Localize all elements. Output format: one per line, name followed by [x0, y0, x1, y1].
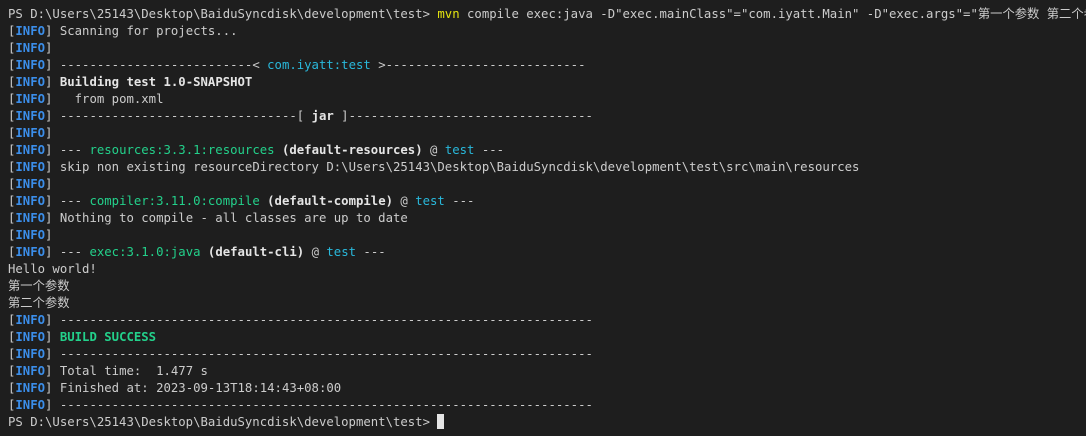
log-level-tag: INFO	[15, 24, 46, 38]
output-text: ] from pom.xml	[45, 92, 164, 106]
log-level-tag: INFO	[15, 41, 46, 55]
output-text: ] --------------------------------[	[45, 109, 312, 123]
output-text: ]---------------------------------	[333, 109, 593, 123]
output-text: @	[304, 245, 327, 259]
log-level-tag: INFO	[15, 143, 46, 157]
output-text: ] Total time: 1.477 s	[45, 364, 208, 378]
output-line: [INFO]	[8, 176, 1086, 193]
build-status: BUILD SUCCESS	[59, 330, 157, 344]
output-line: [INFO] skip non existing resourceDirecto…	[8, 159, 1086, 176]
plugin-goal: resources:3.3.1:resources	[89, 143, 275, 157]
output-text: ]	[45, 228, 53, 242]
output-line: [INFO] --- exec:3.1.0:java (default-cli)…	[8, 244, 1086, 261]
log-level-tag: INFO	[15, 109, 46, 123]
output-text: ] Finished at: 2023-09-13T18:14:43+08:00	[45, 381, 342, 395]
output-text: ]	[45, 126, 53, 140]
output-line: [INFO] --- compiler:3.11.0:compile (defa…	[8, 193, 1086, 210]
output-line: [INFO] --------------------------< com.i…	[8, 57, 1086, 74]
command-line: PS D:\Users\25143\Desktop\BaiduSyncdisk\…	[8, 6, 1086, 23]
log-level-tag: INFO	[15, 228, 46, 242]
output-line: [INFO] --------------------------------[…	[8, 108, 1086, 125]
log-level-tag: INFO	[15, 75, 46, 89]
output-text: 第一个参数	[8, 279, 70, 293]
log-level-tag: INFO	[15, 398, 46, 412]
output-text: ]	[45, 330, 60, 344]
log-level-tag: INFO	[15, 211, 46, 225]
terminal-window[interactable]: PS D:\Users\25143\Desktop\BaiduSyncdisk\…	[0, 0, 1086, 436]
output-text: ] Scanning for projects...	[45, 24, 238, 38]
log-level-tag: INFO	[15, 381, 46, 395]
log-level-tag: INFO	[15, 194, 46, 208]
output-text: ]	[45, 75, 60, 89]
output-line: [INFO] --- resources:3.3.1:resources (de…	[8, 142, 1086, 159]
log-level-tag: INFO	[15, 177, 46, 191]
output-text: PS D:\Users\25143\Desktop\BaiduSyncdisk\…	[8, 415, 438, 429]
log-level-tag: INFO	[15, 92, 46, 106]
command-name: mvn	[437, 7, 460, 21]
output-text: ]	[45, 177, 53, 191]
output-text: ---	[356, 245, 386, 259]
output-text: ] ---	[45, 194, 90, 208]
output-text: ] --------------------------------------…	[45, 313, 593, 327]
log-level-tag: INFO	[15, 313, 46, 327]
output-text: ] --------------------------------------…	[45, 398, 593, 412]
log-level-tag: INFO	[15, 347, 46, 361]
output-text: ] --------------------------<	[45, 58, 268, 72]
output-line: [INFO] ---------------------------------…	[8, 397, 1086, 414]
bold-text: (default-cli)	[207, 245, 305, 259]
output-text: ] skip non existing resourceDirectory D:…	[45, 160, 860, 174]
output-text: ---	[444, 194, 475, 208]
cursor	[437, 414, 445, 429]
output-text: ] ---	[45, 245, 90, 259]
output-text: @	[422, 143, 445, 157]
output-line: [INFO] ---------------------------------…	[8, 346, 1086, 363]
output-text: ] --------------------------------------…	[45, 347, 593, 361]
plugin-goal: compiler:3.11.0:compile	[89, 194, 260, 208]
output-line: [INFO] Scanning for projects...	[8, 23, 1086, 40]
output-line: [INFO] Building test 1.0-SNAPSHOT	[8, 74, 1086, 91]
output-line: [INFO]	[8, 40, 1086, 57]
output-line: [INFO] BUILD SUCCESS	[8, 329, 1086, 346]
output-line: Hello world!	[8, 261, 1086, 278]
log-level-tag: INFO	[15, 58, 46, 72]
output-text: @	[393, 194, 416, 208]
output-text: PS D:\Users\25143\Desktop\BaiduSyncdisk\…	[8, 7, 438, 21]
plugin-goal: exec:3.1.0:java	[89, 245, 201, 259]
bold-text: (default-compile)	[267, 194, 393, 208]
artifact-name: test	[415, 194, 445, 208]
output-line: [INFO] ---------------------------------…	[8, 312, 1086, 329]
output-line: [INFO] Total time: 1.477 s	[8, 363, 1086, 380]
prompt-line: PS D:\Users\25143\Desktop\BaiduSyncdisk\…	[8, 414, 1086, 431]
log-level-tag: INFO	[15, 330, 46, 344]
output-line: [INFO] from pom.xml	[8, 91, 1086, 108]
output-text: 第二个参数	[8, 296, 70, 310]
artifact-name: com.iyatt:test	[267, 58, 371, 72]
log-level-tag: INFO	[15, 160, 46, 174]
output-text: Hello world!	[8, 262, 97, 276]
artifact-name: test	[326, 245, 357, 259]
output-text: compile exec:java -D"exec.mainClass"="co…	[459, 7, 1086, 21]
log-level-tag: INFO	[15, 245, 46, 259]
output-line: [INFO] Finished at: 2023-09-13T18:14:43+…	[8, 380, 1086, 397]
artifact-name: test	[444, 143, 475, 157]
output-line: 第二个参数	[8, 295, 1086, 312]
output-line: [INFO]	[8, 125, 1086, 142]
output-line: 第一个参数	[8, 278, 1086, 295]
bold-text: jar	[311, 109, 334, 123]
output-text: ---	[474, 143, 505, 157]
output-line: [INFO]	[8, 227, 1086, 244]
bold-text: Building test 1.0-SNAPSHOT	[59, 75, 253, 89]
output-text: ] ---	[45, 143, 90, 157]
output-text: >---------------------------	[370, 58, 586, 72]
output-text: ] Nothing to compile - all classes are u…	[45, 211, 408, 225]
log-level-tag: INFO	[15, 364, 46, 378]
output-line: [INFO] Nothing to compile - all classes …	[8, 210, 1086, 227]
output-text: ]	[45, 41, 53, 55]
log-level-tag: INFO	[15, 126, 46, 140]
bold-text: (default-resources)	[281, 143, 423, 157]
